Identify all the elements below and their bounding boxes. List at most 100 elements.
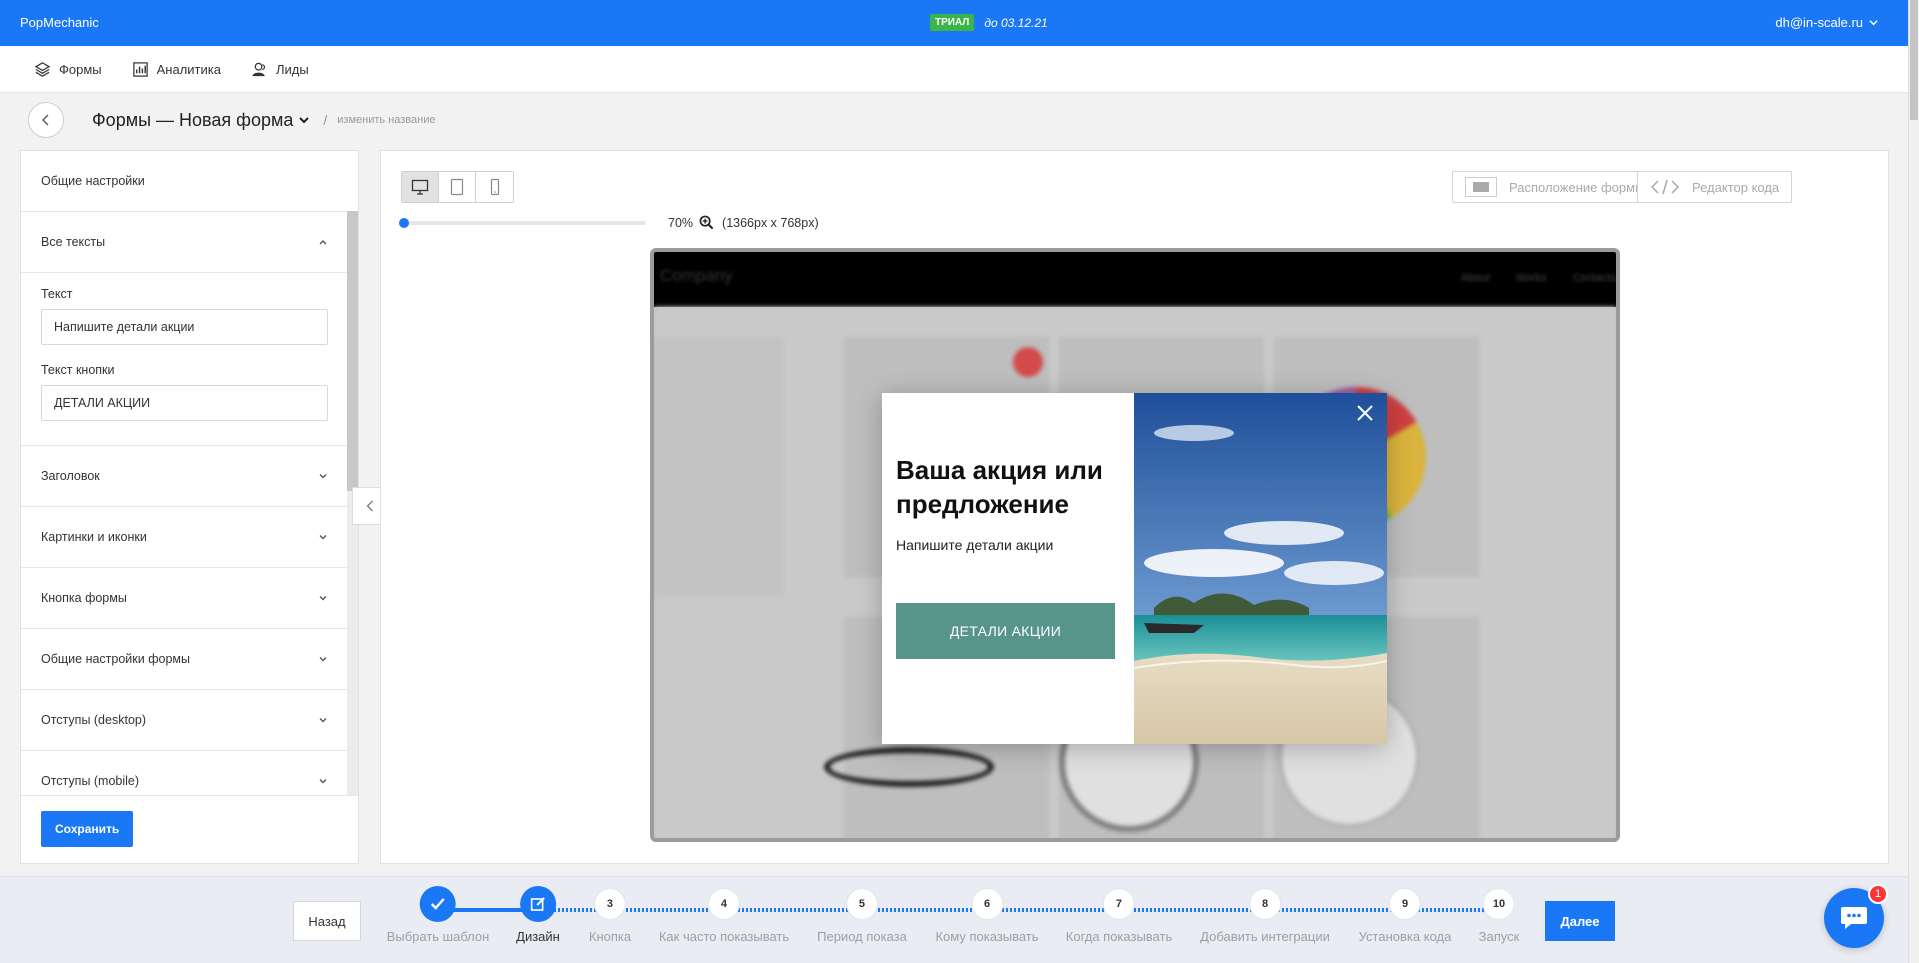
step-circle: 3 <box>594 889 625 919</box>
tablet-icon <box>450 178 464 196</box>
page-scrollbar[interactable] <box>1908 0 1919 963</box>
back-step-button[interactable]: Назад <box>293 901 361 941</box>
preview-area: 70% (1366px x 768px) Расположение формы … <box>380 150 1889 864</box>
section-form-general[interactable]: Общие настройки формы <box>21 629 348 690</box>
section-form-button[interactable]: Кнопка формы <box>21 568 348 629</box>
zoom-slider-knob[interactable] <box>399 217 409 228</box>
chevron-up-icon <box>319 240 327 245</box>
desktop-icon <box>411 179 429 195</box>
site-link: Contacts <box>1572 272 1616 284</box>
popup-form: Ваша акция или предложение Напишите дета… <box>882 393 1387 744</box>
section-label: Картинки и иконки <box>41 530 147 544</box>
code-editor-label: Редактор кода <box>1692 179 1780 195</box>
chevron-down-icon <box>319 474 327 479</box>
section-images-icons[interactable]: Картинки и иконки <box>21 507 348 568</box>
back-button[interactable] <box>28 102 64 138</box>
device-mobile-button[interactable] <box>476 172 513 202</box>
settings-scrollbar-thumb[interactable] <box>347 211 358 491</box>
step-circle: 5 <box>846 889 877 919</box>
site-link: Works <box>1515 272 1547 284</box>
code-editor-button[interactable]: Редактор кода <box>1637 171 1793 203</box>
step-label: Установка кода <box>1358 929 1452 944</box>
form-layout-button[interactable]: Расположение формы <box>1452 171 1658 203</box>
page-scrollbar-thumb[interactable] <box>1910 0 1918 120</box>
section-all-texts[interactable]: Все тексты <box>21 212 348 273</box>
site-link: About <box>1460 272 1490 284</box>
caret-down-icon <box>299 117 310 124</box>
step-audience[interactable]: 6 Кому показывать <box>935 877 1039 944</box>
section-label: Все тексты <box>41 235 106 249</box>
top-bar: PopMechanic ТРИАЛ до 03.12.21 dh@in-scal… <box>0 0 1908 46</box>
edit-icon <box>530 897 545 911</box>
breadcrumb: Формы — Новая форма / изменить название <box>28 102 435 138</box>
all-texts-body: Текст Напишите детали акции Текст кнопки… <box>21 273 348 446</box>
next-step-button[interactable]: Далее <box>1545 901 1615 941</box>
nav-item-forms[interactable]: Формы <box>34 61 102 78</box>
step-period[interactable]: 5 Период показа <box>817 877 907 944</box>
save-bar: Сохранить <box>21 795 358 863</box>
step-integrations[interactable]: 8 Добавить интеграции <box>1200 877 1330 944</box>
nav-item-analytics[interactable]: Аналитика <box>132 61 221 78</box>
page-title: Формы — Новая форма <box>92 109 294 130</box>
step-design[interactable]: Дизайн <box>516 877 560 944</box>
button-text-input[interactable]: ДЕТАЛИ АКЦИИ <box>41 385 328 421</box>
device-desktop-button[interactable] <box>402 172 439 202</box>
step-circle: 10 <box>1483 889 1514 919</box>
step-label: Как часто показывать <box>658 929 790 944</box>
chevron-left-icon <box>366 500 373 512</box>
main-nav: Формы Аналитика Лиды <box>0 46 1908 93</box>
step-label: Дизайн <box>516 929 560 944</box>
text-input[interactable]: Напишите детали акции <box>41 309 328 345</box>
device-tablet-button[interactable] <box>439 172 476 202</box>
brand-name[interactable]: PopMechanic <box>20 15 99 30</box>
section-label: Отступы (desktop) <box>41 713 147 727</box>
mobile-icon <box>490 178 499 196</box>
section-general-settings[interactable]: Общие настройки <box>21 151 348 212</box>
popup-content: Ваша акция или предложение Напишите дета… <box>882 393 1134 744</box>
rename-link[interactable]: изменить название <box>337 114 435 126</box>
chevron-down-icon <box>1869 20 1878 26</box>
breadcrumb-separator: / <box>323 112 328 128</box>
nav-item-label: Лиды <box>275 61 309 77</box>
layout-icon <box>1465 177 1497 197</box>
user-email: dh@in-scale.ru <box>1775 15 1863 30</box>
check-icon <box>431 898 445 910</box>
step-install-code[interactable]: 9 Установка кода <box>1358 877 1452 944</box>
section-padding-desktop[interactable]: Отступы (desktop) <box>21 690 348 751</box>
settings-scroll-area: Общие настройки Все тексты Текст Напишит… <box>21 151 348 795</box>
page-title-dropdown[interactable]: Формы — Новая форма <box>92 109 310 131</box>
button-text-label: Текст кнопки <box>41 363 115 377</box>
preview-resolution: (1366px x 768px) <box>722 215 819 230</box>
site-logo: Company <box>660 266 733 285</box>
popup-cta-button[interactable]: ДЕТАЛИ АКЦИИ <box>896 603 1115 659</box>
user-menu[interactable]: dh@in-scale.ru <box>1775 15 1878 30</box>
nav-item-leads[interactable]: Лиды <box>251 61 309 78</box>
chevron-down-icon <box>319 779 327 784</box>
step-label: Когда показывать <box>1065 929 1173 944</box>
section-heading[interactable]: Заголовок <box>21 446 348 507</box>
users-icon <box>252 62 266 76</box>
popup-image-beach <box>1134 393 1387 744</box>
step-frequency[interactable]: 4 Как часто показывать <box>659 877 789 944</box>
zoom-in-icon[interactable] <box>699 215 714 230</box>
zoom-controls: 70% (1366px x 768px) <box>399 215 819 230</box>
close-icon[interactable] <box>1355 403 1375 423</box>
step-when[interactable]: 7 Когда показывать <box>1066 877 1172 944</box>
beach-image <box>1134 393 1387 744</box>
step-choose-template[interactable]: Выбрать шаблон <box>386 877 490 944</box>
save-button[interactable]: Сохранить <box>41 811 134 847</box>
chevron-down-icon <box>319 657 327 662</box>
chat-widget-button[interactable]: 1 <box>1824 884 1888 948</box>
section-label: Заголовок <box>41 469 100 483</box>
zoom-slider[interactable] <box>399 217 646 228</box>
step-launch[interactable]: 10 Запуск <box>1479 877 1519 944</box>
section-label: Кнопка формы <box>41 591 127 605</box>
section-padding-mobile[interactable]: Отступы (mobile) <box>21 751 348 795</box>
step-label: Выбрать шаблон <box>386 929 490 944</box>
device-switcher <box>401 171 514 203</box>
chart-icon <box>132 61 148 77</box>
step-button[interactable]: 3 Кнопка <box>589 877 631 944</box>
form-layout-label: Расположение формы <box>1509 179 1645 195</box>
chevron-down-icon <box>319 535 327 540</box>
step-circle <box>519 886 556 922</box>
